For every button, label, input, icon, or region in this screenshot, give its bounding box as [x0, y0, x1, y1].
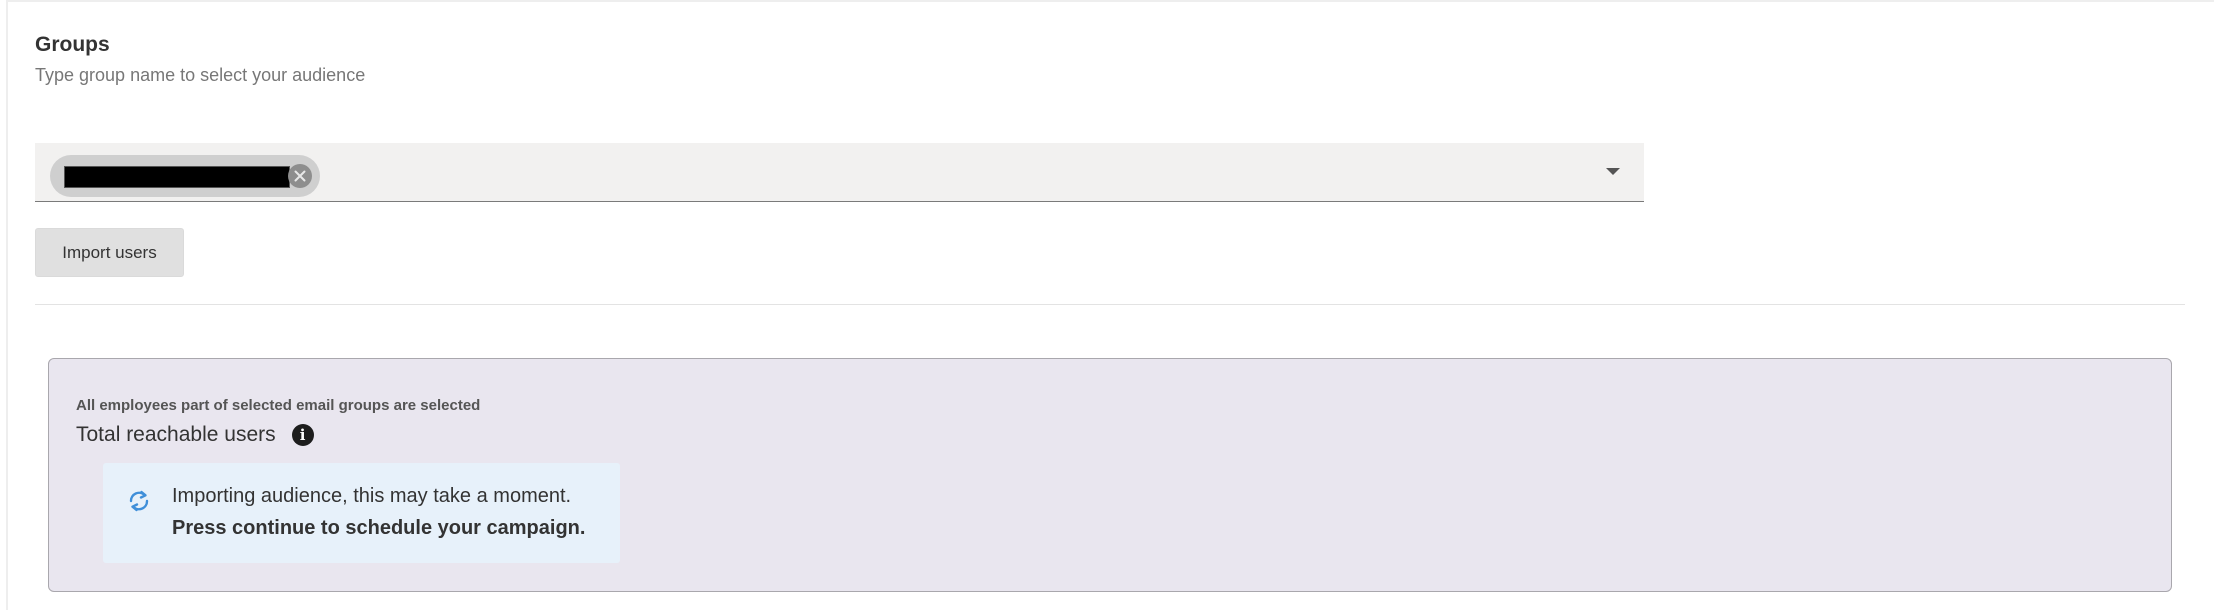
- import-users-button[interactable]: Import users: [35, 228, 184, 277]
- sync-icon: [127, 488, 151, 519]
- reachable-users-label: Total reachable users: [76, 423, 276, 446]
- groups-subtitle: Type group name to select your audience: [35, 65, 366, 85]
- reachable-users-row: Total reachable users i: [76, 421, 314, 449]
- status-line-primary: Importing audience, this may take a mome…: [172, 485, 572, 507]
- clear-chip-icon[interactable]: [288, 164, 312, 188]
- info-icon[interactable]: i: [291, 424, 314, 446]
- chip-label: ████████████████: [64, 166, 290, 188]
- group-select-input[interactable]: ████████████████: [35, 143, 1644, 202]
- chevron-down-icon[interactable]: [1606, 168, 1620, 175]
- audience-summary-panel: All employees part of selected email gro…: [48, 358, 2172, 592]
- groups-title: Groups: [35, 33, 110, 56]
- selection-note: All employees part of selected email gro…: [76, 397, 481, 414]
- status-line-secondary: Press continue to schedule your campaign…: [172, 517, 586, 539]
- section-divider: [35, 304, 2185, 305]
- import-status-message: Importing audience, this may take a mome…: [103, 463, 620, 563]
- selected-group-chip: ████████████████: [50, 155, 320, 197]
